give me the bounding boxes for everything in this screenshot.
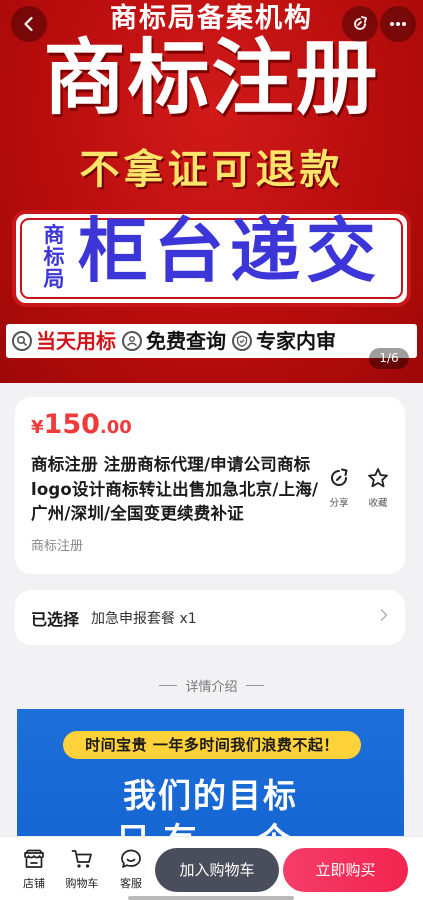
hero-feature-strip: 当天用标 免费查询 专家内审 xyxy=(6,324,417,358)
price-integer: 150 xyxy=(43,409,100,440)
product-category: 商标注册 xyxy=(31,539,84,554)
product-image-carousel[interactable]: 商标局备案机构 商标注册 不拿证可退款 商标局 柜台递交 当天用标 免费查询 专… xyxy=(0,0,423,383)
divider-left xyxy=(159,685,178,686)
add-to-cart-button[interactable]: 加入购物车 xyxy=(155,848,279,892)
selected-option-row[interactable]: 已选择 加急申报套餐 x1 xyxy=(15,590,405,645)
hero-box-side-text: 商标局 xyxy=(43,223,65,291)
chevron-right-icon xyxy=(380,609,388,621)
favorite-button[interactable]: 收藏 xyxy=(361,467,395,509)
detail-section-heading: 详情介绍 xyxy=(0,676,423,695)
home-indicator xyxy=(128,896,294,900)
cart-icon xyxy=(71,850,92,868)
customer-service-button[interactable]: 客服 xyxy=(111,849,151,891)
buy-now-button[interactable]: 立即购买 xyxy=(283,848,408,892)
cart-label: 购物车 xyxy=(65,877,99,890)
search-icon xyxy=(12,331,32,351)
feature-same-day: 当天用标 xyxy=(36,329,116,353)
product-title: 商标注册 注册商标代理/申请公司商标logo设计商标转让出售加急北京/上海/广州… xyxy=(31,455,319,523)
detail-big-text: 我们的目标 xyxy=(123,776,298,815)
bottom-action-bar: 店铺 购物车 客服 加入购物车 立即购买 xyxy=(0,836,423,900)
detail-image: 时间宝贵 一年多时间我们浪费不起！ 我们的目标 只有一个 xyxy=(17,709,404,849)
detail-heading-text: 详情介绍 xyxy=(185,680,238,695)
product-info-card: ¥150.00 商标注册 注册商标代理/申请公司商标logo设计商标转让出售加急… xyxy=(15,397,405,574)
hero-box-main-text: 柜台递交 xyxy=(78,210,382,292)
consult-icon xyxy=(122,331,142,351)
back-button[interactable] xyxy=(11,6,47,42)
share-icon xyxy=(331,468,348,486)
feature-expert-review: 专家内审 xyxy=(256,329,336,353)
hero-main-text: 商标注册 xyxy=(43,31,380,126)
feature-free-query: 免费查询 xyxy=(146,329,226,353)
share-icon xyxy=(354,16,367,30)
more-button[interactable] xyxy=(380,6,416,42)
shop-label: 店铺 xyxy=(23,877,45,890)
hero-highlight-box: 商标局 柜台递交 xyxy=(12,210,411,307)
more-dots-icon xyxy=(390,22,406,26)
chevron-left-icon xyxy=(24,16,33,32)
star-icon xyxy=(368,468,388,488)
shield-icon xyxy=(232,331,252,351)
service-label: 客服 xyxy=(120,877,142,890)
chat-icon xyxy=(121,849,141,868)
selected-label: 已选择 xyxy=(31,609,80,629)
cart-button[interactable]: 购物车 xyxy=(62,849,102,891)
price-decimal: .00 xyxy=(99,417,132,438)
top-share-button[interactable] xyxy=(342,6,378,42)
shop-button[interactable]: 店铺 xyxy=(14,849,54,891)
favorite-label: 收藏 xyxy=(368,498,388,509)
shop-icon xyxy=(24,849,44,868)
price-currency: ¥ xyxy=(31,417,44,438)
selected-value: 加急申报套餐 x1 xyxy=(91,610,197,627)
share-button[interactable]: 分享 xyxy=(322,467,356,509)
share-label: 分享 xyxy=(329,498,349,509)
carousel-counter: 1/6 xyxy=(369,348,409,369)
product-price: ¥150.00 xyxy=(31,411,132,438)
detail-pill-text: 时间宝贵 一年多时间我们浪费不起！ xyxy=(63,731,361,759)
hero-sub-text: 不拿证可退款 xyxy=(79,147,344,193)
divider-right xyxy=(245,685,264,686)
